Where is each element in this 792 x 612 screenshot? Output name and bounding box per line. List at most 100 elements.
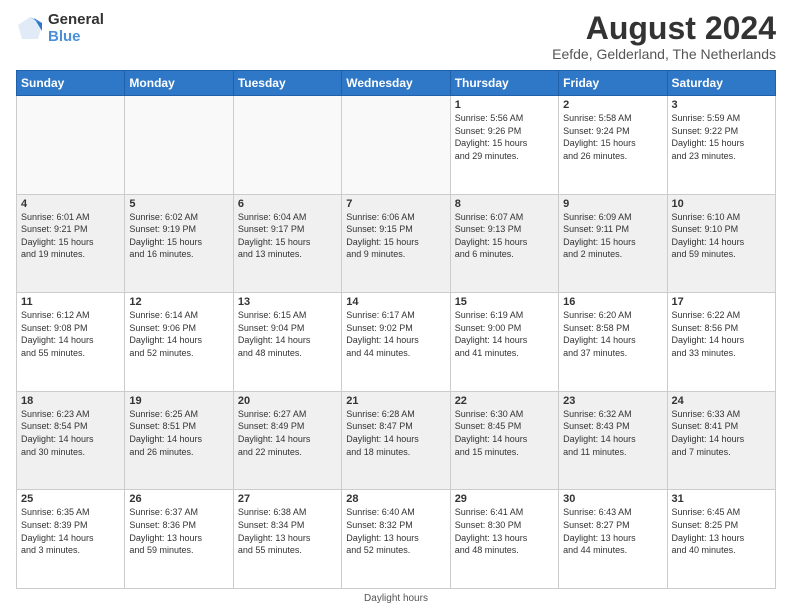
day-info: Sunrise: 6:33 AM Sunset: 8:41 PM Dayligh… <box>672 408 771 458</box>
day-number: 2 <box>563 99 662 111</box>
day-number: 15 <box>455 296 554 308</box>
header-row: Sunday Monday Tuesday Wednesday Thursday… <box>17 71 776 96</box>
day-info: Sunrise: 6:40 AM Sunset: 8:32 PM Dayligh… <box>346 506 445 556</box>
calendar-cell: 5Sunrise: 6:02 AM Sunset: 9:19 PM Daylig… <box>125 194 233 293</box>
day-number: 27 <box>238 493 337 505</box>
col-wednesday: Wednesday <box>342 71 450 96</box>
calendar-cell: 16Sunrise: 6:20 AM Sunset: 8:58 PM Dayli… <box>559 293 667 392</box>
col-monday: Monday <box>125 71 233 96</box>
day-info: Sunrise: 6:04 AM Sunset: 9:17 PM Dayligh… <box>238 211 337 261</box>
calendar-cell: 22Sunrise: 6:30 AM Sunset: 8:45 PM Dayli… <box>450 391 558 490</box>
calendar-cell <box>125 96 233 195</box>
col-sunday: Sunday <box>17 71 125 96</box>
day-info: Sunrise: 6:06 AM Sunset: 9:15 PM Dayligh… <box>346 211 445 261</box>
day-number: 17 <box>672 296 771 308</box>
day-number: 10 <box>672 198 771 210</box>
calendar-week-2: 4Sunrise: 6:01 AM Sunset: 9:21 PM Daylig… <box>17 194 776 293</box>
calendar-cell: 2Sunrise: 5:58 AM Sunset: 9:24 PM Daylig… <box>559 96 667 195</box>
day-info: Sunrise: 6:32 AM Sunset: 8:43 PM Dayligh… <box>563 408 662 458</box>
calendar-cell: 23Sunrise: 6:32 AM Sunset: 8:43 PM Dayli… <box>559 391 667 490</box>
location-subtitle: Eefde, Gelderland, The Netherlands <box>552 46 776 62</box>
calendar-cell <box>17 96 125 195</box>
calendar-cell: 7Sunrise: 6:06 AM Sunset: 9:15 PM Daylig… <box>342 194 450 293</box>
day-number: 3 <box>672 99 771 111</box>
calendar-cell: 17Sunrise: 6:22 AM Sunset: 8:56 PM Dayli… <box>667 293 775 392</box>
day-number: 11 <box>21 296 120 308</box>
day-number: 13 <box>238 296 337 308</box>
day-info: Sunrise: 6:10 AM Sunset: 9:10 PM Dayligh… <box>672 211 771 261</box>
col-thursday: Thursday <box>450 71 558 96</box>
calendar-cell: 6Sunrise: 6:04 AM Sunset: 9:17 PM Daylig… <box>233 194 341 293</box>
day-info: Sunrise: 6:23 AM Sunset: 8:54 PM Dayligh… <box>21 408 120 458</box>
day-number: 19 <box>129 395 228 407</box>
header: General Blue August 2024 Eefde, Gelderla… <box>16 12 776 62</box>
day-info: Sunrise: 6:37 AM Sunset: 8:36 PM Dayligh… <box>129 506 228 556</box>
calendar-cell: 25Sunrise: 6:35 AM Sunset: 8:39 PM Dayli… <box>17 490 125 589</box>
day-number: 25 <box>21 493 120 505</box>
month-title: August 2024 <box>552 12 776 44</box>
calendar-cell: 29Sunrise: 6:41 AM Sunset: 8:30 PM Dayli… <box>450 490 558 589</box>
calendar-cell: 12Sunrise: 6:14 AM Sunset: 9:06 PM Dayli… <box>125 293 233 392</box>
calendar-cell: 4Sunrise: 6:01 AM Sunset: 9:21 PM Daylig… <box>17 194 125 293</box>
day-number: 14 <box>346 296 445 308</box>
day-number: 16 <box>563 296 662 308</box>
calendar-cell: 26Sunrise: 6:37 AM Sunset: 8:36 PM Dayli… <box>125 490 233 589</box>
day-number: 12 <box>129 296 228 308</box>
day-number: 7 <box>346 198 445 210</box>
logo-icon <box>16 15 44 43</box>
day-info: Sunrise: 6:22 AM Sunset: 8:56 PM Dayligh… <box>672 309 771 359</box>
calendar-cell: 9Sunrise: 6:09 AM Sunset: 9:11 PM Daylig… <box>559 194 667 293</box>
page: General Blue August 2024 Eefde, Gelderla… <box>0 0 792 612</box>
calendar-cell: 3Sunrise: 5:59 AM Sunset: 9:22 PM Daylig… <box>667 96 775 195</box>
day-number: 28 <box>346 493 445 505</box>
day-info: Sunrise: 6:30 AM Sunset: 8:45 PM Dayligh… <box>455 408 554 458</box>
day-number: 8 <box>455 198 554 210</box>
calendar-cell: 24Sunrise: 6:33 AM Sunset: 8:41 PM Dayli… <box>667 391 775 490</box>
day-info: Sunrise: 6:01 AM Sunset: 9:21 PM Dayligh… <box>21 211 120 261</box>
day-info: Sunrise: 6:14 AM Sunset: 9:06 PM Dayligh… <box>129 309 228 359</box>
day-number: 4 <box>21 198 120 210</box>
day-info: Sunrise: 6:07 AM Sunset: 9:13 PM Dayligh… <box>455 211 554 261</box>
day-info: Sunrise: 6:27 AM Sunset: 8:49 PM Dayligh… <box>238 408 337 458</box>
calendar-cell: 1Sunrise: 5:56 AM Sunset: 9:26 PM Daylig… <box>450 96 558 195</box>
day-info: Sunrise: 6:15 AM Sunset: 9:04 PM Dayligh… <box>238 309 337 359</box>
day-info: Sunrise: 6:09 AM Sunset: 9:11 PM Dayligh… <box>563 211 662 261</box>
day-info: Sunrise: 6:12 AM Sunset: 9:08 PM Dayligh… <box>21 309 120 359</box>
day-info: Sunrise: 6:45 AM Sunset: 8:25 PM Dayligh… <box>672 506 771 556</box>
day-info: Sunrise: 6:17 AM Sunset: 9:02 PM Dayligh… <box>346 309 445 359</box>
calendar-header: Sunday Monday Tuesday Wednesday Thursday… <box>17 71 776 96</box>
logo: General Blue <box>16 12 104 45</box>
day-info: Sunrise: 6:28 AM Sunset: 8:47 PM Dayligh… <box>346 408 445 458</box>
calendar-cell: 13Sunrise: 6:15 AM Sunset: 9:04 PM Dayli… <box>233 293 341 392</box>
calendar-cell: 18Sunrise: 6:23 AM Sunset: 8:54 PM Dayli… <box>17 391 125 490</box>
calendar-week-5: 25Sunrise: 6:35 AM Sunset: 8:39 PM Dayli… <box>17 490 776 589</box>
logo-text: General Blue <box>48 12 104 45</box>
calendar-week-3: 11Sunrise: 6:12 AM Sunset: 9:08 PM Dayli… <box>17 293 776 392</box>
calendar-table: Sunday Monday Tuesday Wednesday Thursday… <box>16 70 776 589</box>
col-saturday: Saturday <box>667 71 775 96</box>
calendar-cell: 30Sunrise: 6:43 AM Sunset: 8:27 PM Dayli… <box>559 490 667 589</box>
day-info: Sunrise: 6:19 AM Sunset: 9:00 PM Dayligh… <box>455 309 554 359</box>
day-number: 24 <box>672 395 771 407</box>
calendar-body: 1Sunrise: 5:56 AM Sunset: 9:26 PM Daylig… <box>17 96 776 589</box>
calendar-cell <box>233 96 341 195</box>
col-friday: Friday <box>559 71 667 96</box>
calendar-cell: 21Sunrise: 6:28 AM Sunset: 8:47 PM Dayli… <box>342 391 450 490</box>
day-number: 9 <box>563 198 662 210</box>
day-number: 26 <box>129 493 228 505</box>
day-number: 31 <box>672 493 771 505</box>
calendar-cell: 10Sunrise: 6:10 AM Sunset: 9:10 PM Dayli… <box>667 194 775 293</box>
col-tuesday: Tuesday <box>233 71 341 96</box>
day-number: 23 <box>563 395 662 407</box>
calendar-cell: 20Sunrise: 6:27 AM Sunset: 8:49 PM Dayli… <box>233 391 341 490</box>
day-info: Sunrise: 6:25 AM Sunset: 8:51 PM Dayligh… <box>129 408 228 458</box>
day-info: Sunrise: 5:59 AM Sunset: 9:22 PM Dayligh… <box>672 112 771 162</box>
title-area: August 2024 Eefde, Gelderland, The Nethe… <box>552 12 776 62</box>
day-info: Sunrise: 6:20 AM Sunset: 8:58 PM Dayligh… <box>563 309 662 359</box>
calendar-cell: 31Sunrise: 6:45 AM Sunset: 8:25 PM Dayli… <box>667 490 775 589</box>
calendar-cell: 28Sunrise: 6:40 AM Sunset: 8:32 PM Dayli… <box>342 490 450 589</box>
day-number: 21 <box>346 395 445 407</box>
calendar-cell <box>342 96 450 195</box>
day-info: Sunrise: 6:41 AM Sunset: 8:30 PM Dayligh… <box>455 506 554 556</box>
day-info: Sunrise: 6:38 AM Sunset: 8:34 PM Dayligh… <box>238 506 337 556</box>
